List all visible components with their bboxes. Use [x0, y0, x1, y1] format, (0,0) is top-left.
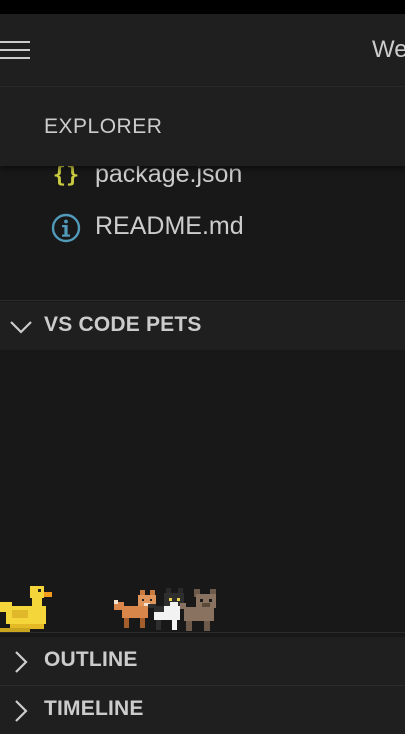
chevron-right-icon [15, 700, 28, 722]
title-bar: We [0, 14, 405, 87]
pets-panel [0, 352, 405, 633]
chevron-right-icon [15, 651, 28, 673]
sidebar: EXPLORER {} package.json README.md VS CO… [0, 87, 405, 734]
window-title: We [372, 36, 405, 63]
section-header-outline[interactable]: OUTLINE [0, 637, 405, 685]
info-icon [50, 212, 82, 244]
file-item-readme[interactable]: README.md [0, 206, 405, 250]
top-status-strip [0, 0, 405, 14]
section-label: VS CODE PETS [44, 313, 202, 336]
chevron-down-icon [10, 321, 32, 334]
section-header-timeline[interactable]: TIMELINE [0, 686, 405, 734]
section-divider [0, 632, 405, 633]
dog-pet-icon[interactable] [180, 586, 220, 632]
section-label: OUTLINE [44, 648, 138, 671]
section-header-vs-code-pets[interactable]: VS CODE PETS [0, 302, 405, 350]
section-label: TIMELINE [44, 697, 144, 720]
section-divider [0, 300, 405, 301]
explorer-title: EXPLORER [44, 115, 163, 138]
file-name: README.md [95, 212, 244, 240]
duck-pet-icon[interactable] [0, 584, 56, 632]
hamburger-menu-icon[interactable] [0, 39, 32, 61]
explorer-header[interactable]: EXPLORER [0, 87, 405, 166]
